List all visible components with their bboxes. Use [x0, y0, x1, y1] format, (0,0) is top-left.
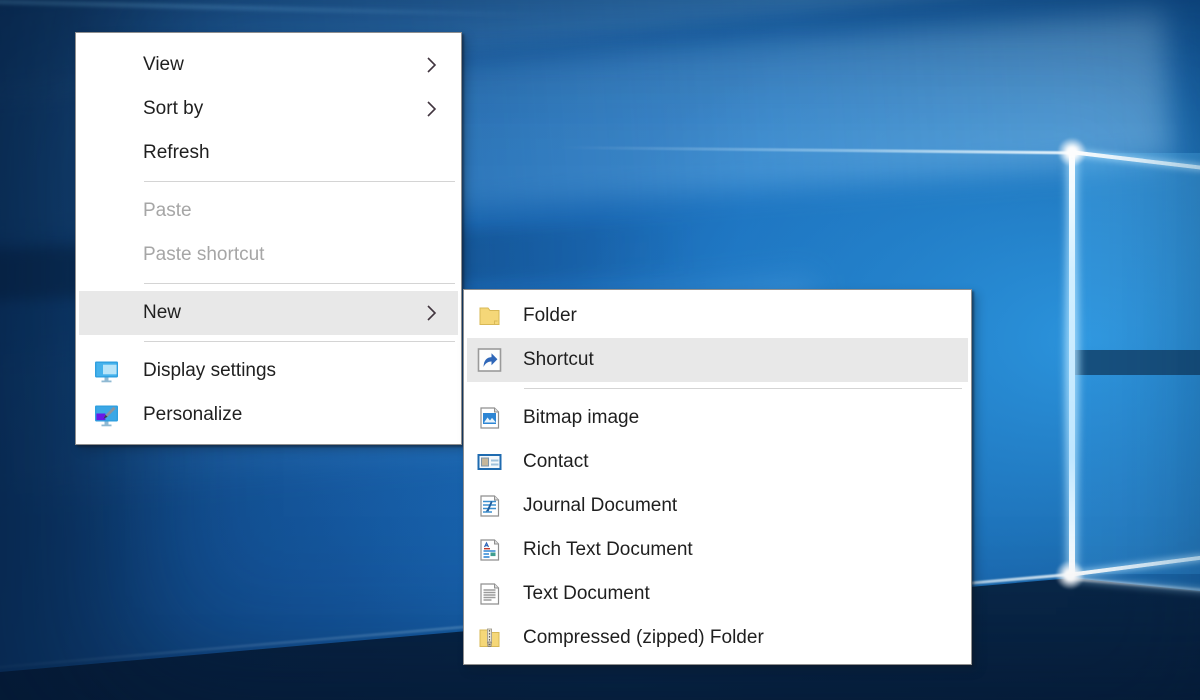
windows-logo-vertical-edge — [1069, 151, 1075, 576]
submenu-item-label: Text Document — [523, 583, 650, 605]
submenu-item-folder[interactable]: Folder — [467, 294, 968, 338]
personalize-icon — [93, 402, 120, 429]
menu-item-personalize[interactable]: Personalize — [79, 393, 458, 437]
menu-item-display-settings[interactable]: Display settings — [79, 349, 458, 393]
menu-item-label: Personalize — [143, 404, 242, 426]
menu-separator — [524, 388, 962, 389]
menu-item-view[interactable]: View — [79, 43, 458, 87]
menu-item-label: Display settings — [143, 360, 276, 382]
menu-item-paste[interactable]: Paste — [79, 189, 458, 233]
windows-logo-corner-glow — [1055, 560, 1085, 590]
submenu-item-journal-document[interactable]: Journal Document — [467, 484, 968, 528]
submenu-item-label: Journal Document — [523, 495, 677, 517]
windows-logo-pane-gap — [1075, 350, 1200, 375]
submenu-item-bitmap-image[interactable]: Bitmap image — [467, 396, 968, 440]
submenu-item-label: Bitmap image — [523, 407, 639, 429]
windows-logo-corner-glow — [1057, 137, 1087, 167]
rich-text-document-icon — [477, 538, 502, 563]
menu-item-label: Paste shortcut — [143, 244, 264, 266]
journal-document-icon — [477, 494, 502, 519]
contact-icon — [477, 450, 502, 475]
desktop-context-menu: View Sort by Refresh Paste Paste shortcu… — [75, 32, 462, 445]
submenu-item-contact[interactable]: Contact — [467, 440, 968, 484]
windows-logo-bottom-edge — [1068, 555, 1200, 577]
submenu-item-label: Compressed (zipped) Folder — [523, 627, 764, 649]
new-submenu: Folder Shortcut Bitmap image — [463, 289, 972, 665]
menu-item-label: New — [143, 302, 181, 324]
shortcut-icon — [477, 348, 502, 373]
menu-item-refresh[interactable]: Refresh — [79, 131, 458, 175]
menu-item-label: Sort by — [143, 98, 203, 120]
submenu-item-label: Shortcut — [523, 349, 594, 371]
menu-separator — [144, 181, 455, 182]
submenu-item-rich-text-document[interactable]: Rich Text Document — [467, 528, 968, 572]
windows-logo-glow — [1056, 146, 1088, 582]
submenu-item-text-document[interactable]: Text Document — [467, 572, 968, 616]
submenu-item-label: Contact — [523, 451, 588, 473]
chevron-right-icon — [426, 304, 437, 322]
display-settings-icon — [93, 358, 120, 385]
submenu-item-label: Folder — [523, 305, 577, 327]
folder-icon — [477, 304, 502, 329]
submenu-item-label: Rich Text Document — [523, 539, 693, 561]
menu-item-sort-by[interactable]: Sort by — [79, 87, 458, 131]
bitmap-image-icon — [477, 406, 502, 431]
windows-logo-pane — [1075, 153, 1200, 574]
menu-item-label: Paste — [143, 200, 192, 222]
wallpaper-beam — [0, 0, 550, 18]
submenu-item-shortcut[interactable]: Shortcut — [467, 338, 968, 382]
menu-separator — [144, 341, 455, 342]
menu-item-label: Refresh — [143, 142, 210, 164]
menu-item-paste-shortcut[interactable]: Paste shortcut — [79, 233, 458, 277]
chevron-right-icon — [426, 56, 437, 74]
text-document-icon — [477, 582, 502, 607]
menu-separator — [144, 283, 455, 284]
chevron-right-icon — [426, 100, 437, 118]
windows-logo-top-edge — [1070, 150, 1200, 170]
menu-item-label: View — [143, 54, 184, 76]
desktop-wallpaper[interactable]: View Sort by Refresh Paste Paste shortcu… — [0, 0, 1200, 700]
menu-item-new[interactable]: New — [79, 291, 458, 335]
windows-logo-bottom-beam — [1068, 577, 1200, 592]
compressed-zipped-folder-icon — [477, 626, 502, 651]
submenu-item-compressed-folder[interactable]: Compressed (zipped) Folder — [467, 616, 968, 660]
windows-logo-top-left-beam — [560, 146, 1075, 154]
